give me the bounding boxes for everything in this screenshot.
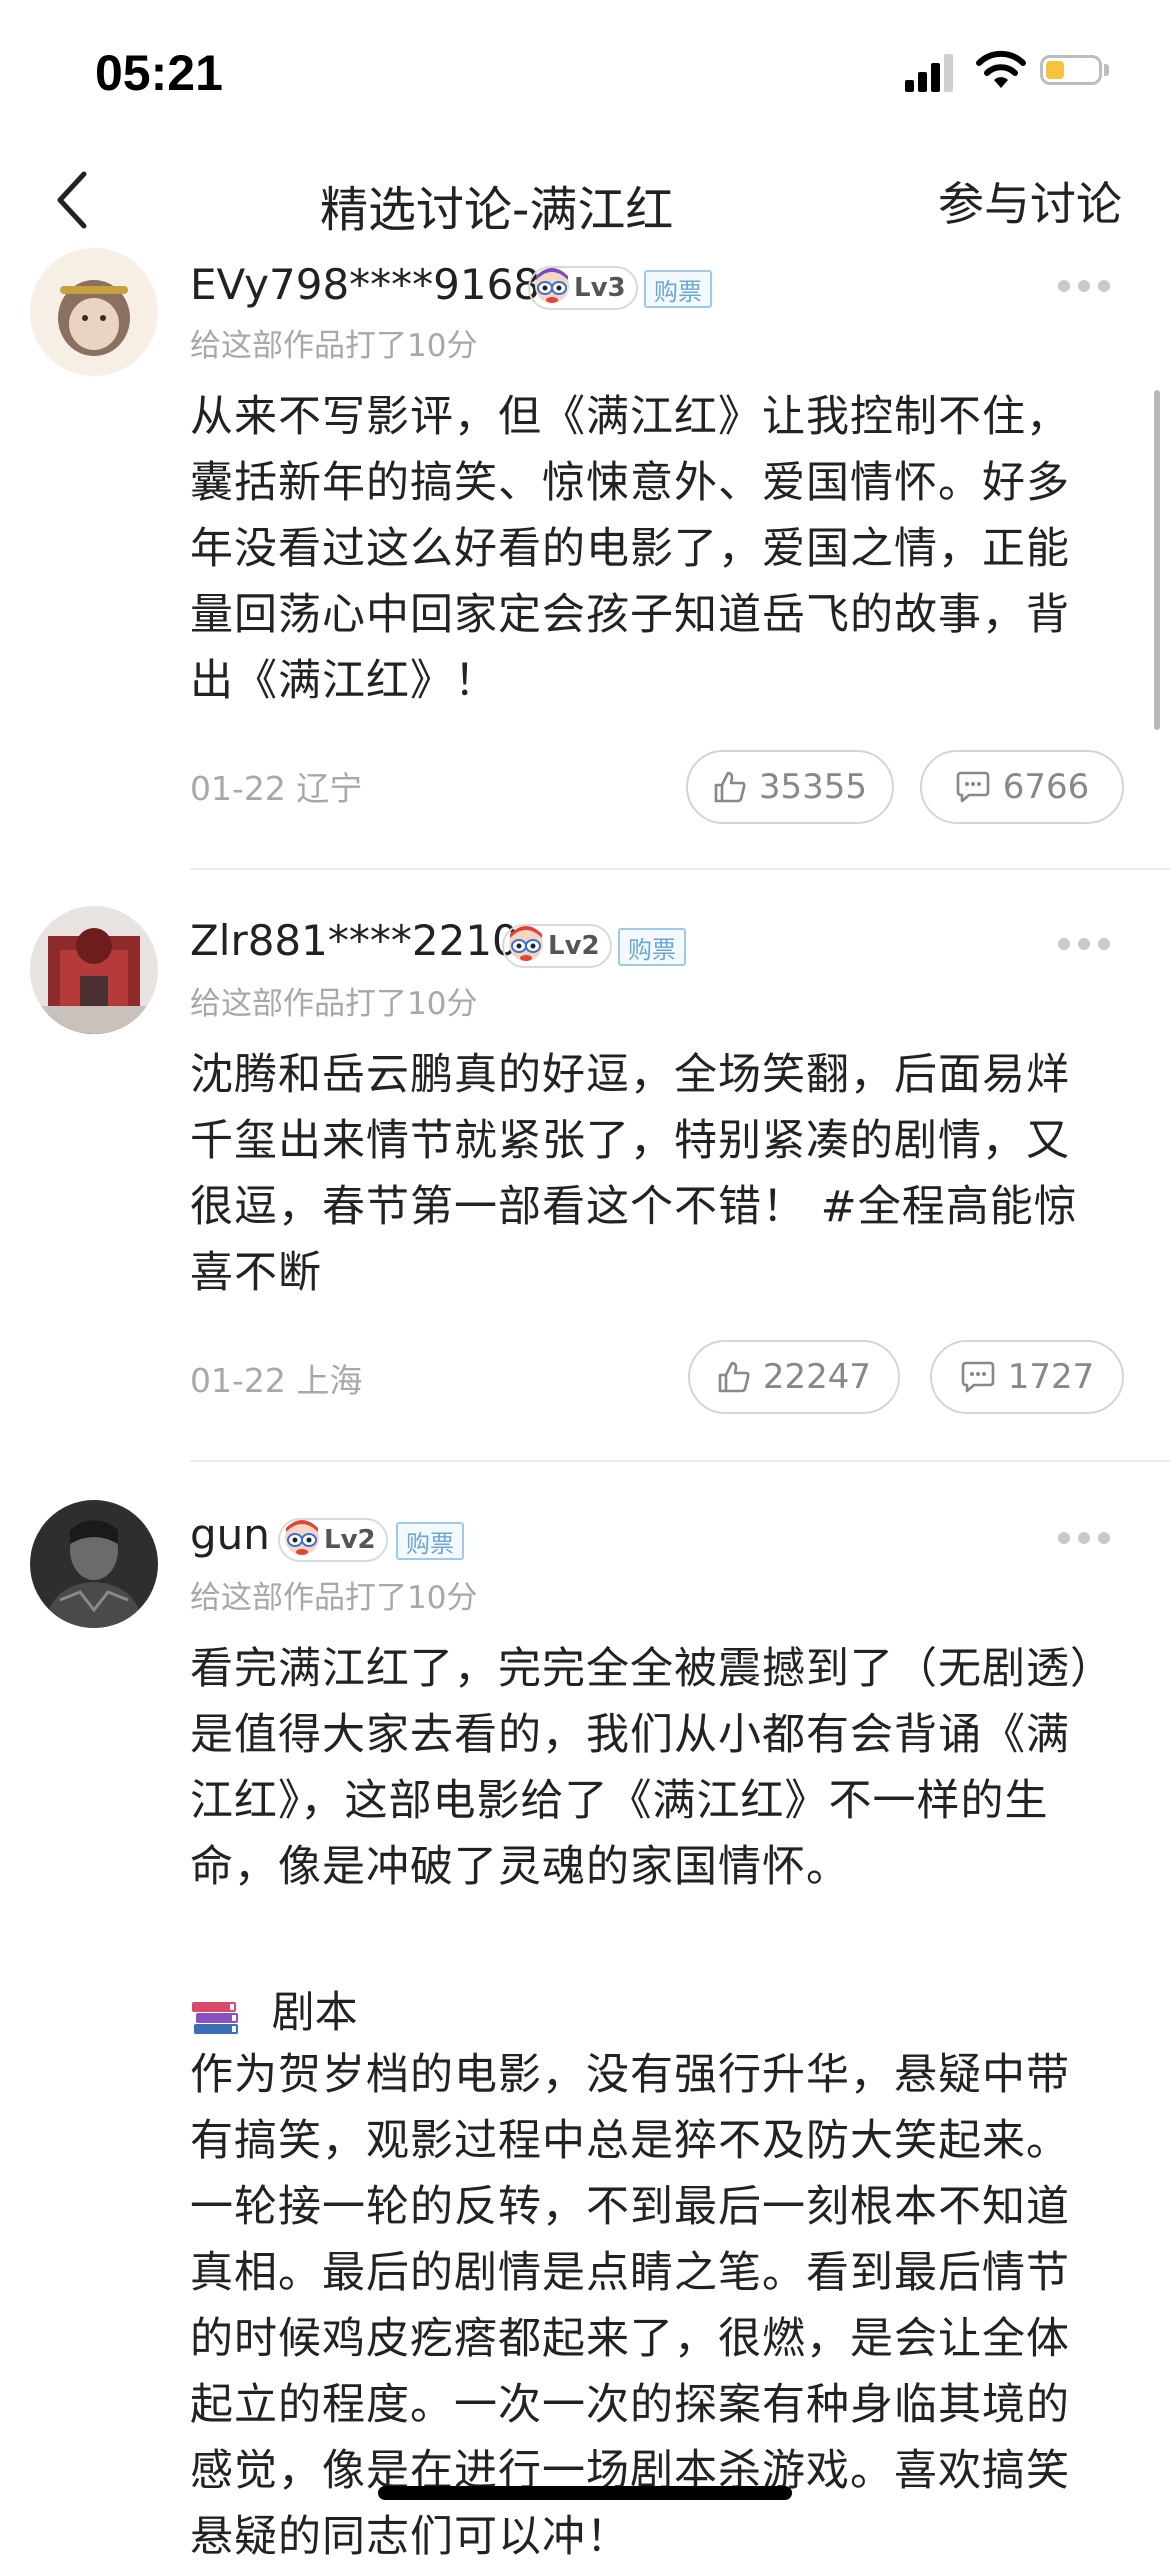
more-options-icon[interactable] bbox=[1058, 938, 1110, 952]
like-button[interactable]: 35355 bbox=[686, 750, 894, 824]
ticket-tag: 购票 bbox=[644, 270, 712, 308]
scrollbar[interactable] bbox=[1154, 390, 1160, 730]
avatar[interactable] bbox=[30, 906, 158, 1034]
comment-count: 1727 bbox=[1007, 1357, 1095, 1397]
post-body: 看完满江红了，完完全全被震撼到了（无剧透）是值得大家去看的，我们从小都有会背诵《… bbox=[190, 1644, 1093, 1892]
cellular-signal-icon bbox=[905, 52, 957, 92]
level-mascot-icon bbox=[535, 268, 569, 303]
page-title: 精选讨论-满江红 bbox=[320, 182, 674, 238]
comment-count: 6766 bbox=[1002, 767, 1090, 807]
username[interactable]: gun bbox=[190, 1510, 270, 1559]
comment-button[interactable]: 6766 bbox=[920, 750, 1124, 824]
ticket-tag: 购票 bbox=[396, 1522, 464, 1560]
comment-bubble-icon bbox=[956, 771, 990, 803]
rating-text: 给这部作品打了10分 bbox=[190, 328, 478, 364]
rating-text: 给这部作品打了10分 bbox=[190, 986, 478, 1022]
more-options-icon[interactable] bbox=[1058, 1532, 1110, 1546]
like-count: 35355 bbox=[758, 767, 868, 807]
join-discussion-button[interactable]: 参与讨论 bbox=[938, 168, 1122, 234]
books-icon bbox=[192, 2001, 238, 2034]
comment-bubble-icon bbox=[961, 1361, 995, 1393]
ticket-tag: 购票 bbox=[618, 928, 686, 966]
level-label: Lv3 bbox=[574, 273, 626, 303]
username[interactable]: Zlr881****2210 bbox=[190, 916, 519, 965]
section-title: 剧本 bbox=[271, 1988, 358, 2038]
post-body: 沈腾和岳云鹏真的好逗，全场笑翻，后面易烊千玺出来情节就紧张了，特别紧凑的剧情，又… bbox=[190, 1050, 1078, 1298]
status-time: 05:21 bbox=[95, 45, 223, 101]
post-body: 从来不写影评，但《满江红》让我控制不住，囊括新年的搞笑、惊悚意外、爱国情怀。好多… bbox=[190, 392, 1070, 706]
avatar[interactable] bbox=[30, 248, 158, 376]
like-button[interactable]: 22247 bbox=[688, 1340, 900, 1414]
level-label: Lv2 bbox=[548, 931, 600, 961]
post-date-location: 01-22 辽宁 bbox=[190, 769, 363, 808]
level-mascot-icon bbox=[285, 1520, 319, 1555]
level-mascot-icon bbox=[509, 926, 543, 961]
home-indicator bbox=[378, 2486, 792, 2500]
like-count: 22247 bbox=[762, 1357, 872, 1397]
level-badge: Lv3 bbox=[528, 266, 638, 310]
thumbs-up-icon bbox=[714, 771, 746, 803]
level-label: Lv2 bbox=[324, 1525, 376, 1555]
username[interactable]: EVy798****9168 bbox=[190, 260, 540, 309]
level-badge: Lv2 bbox=[502, 924, 612, 968]
comment-button[interactable]: 1727 bbox=[930, 1340, 1124, 1414]
avatar[interactable] bbox=[30, 1500, 158, 1628]
level-badge: Lv2 bbox=[278, 1518, 388, 1562]
rating-text: 给这部作品打了10分 bbox=[190, 1580, 478, 1616]
more-options-icon[interactable] bbox=[1058, 280, 1110, 294]
post-date-location: 01-22 上海 bbox=[190, 1361, 363, 1400]
status-bar: 05:21 bbox=[0, 0, 1170, 140]
nav-bar: 精选讨论-满江红 参与讨论 bbox=[0, 140, 1170, 260]
wifi-icon bbox=[976, 50, 1026, 88]
battery-icon bbox=[1040, 55, 1102, 85]
back-chevron-icon[interactable] bbox=[50, 168, 100, 232]
post-divider bbox=[190, 1460, 1170, 1462]
post-divider bbox=[190, 868, 1170, 870]
section-heading: 剧本 bbox=[190, 1978, 358, 2040]
thumbs-up-icon bbox=[718, 1361, 750, 1393]
